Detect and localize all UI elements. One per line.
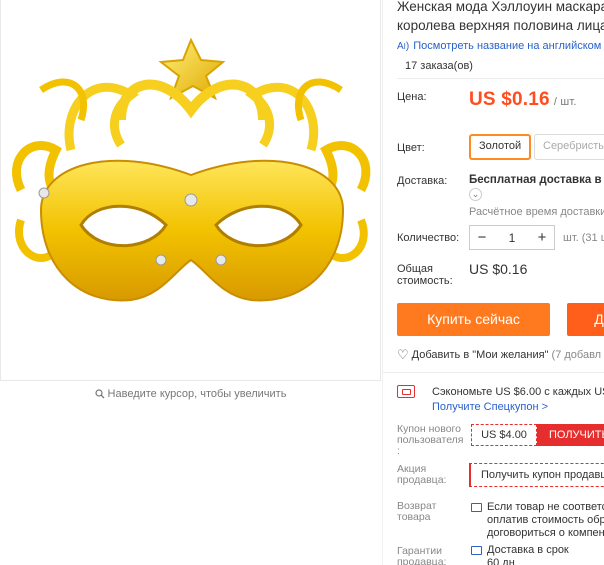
- seller-promo-label-line-2: продавца:: [397, 474, 447, 486]
- wishlist-label: Добавить в "Мои желания": [411, 349, 549, 361]
- returns-label: Возврат товара: [397, 501, 436, 523]
- color-option-gold[interactable]: Золотой: [469, 134, 532, 160]
- returns-text-line-3: договориться о компенс: [487, 527, 604, 539]
- guarantee-label: Гарантии продавца:: [397, 546, 446, 565]
- shipping-estimate: Расчётное время доставки:: [469, 206, 604, 218]
- heart-icon: ♡: [397, 347, 409, 362]
- total-label-line-2: стоимость:: [397, 275, 453, 287]
- buy-now-button[interactable]: Купить сейчас: [397, 303, 550, 336]
- delivery-guarantee-icon: [471, 546, 482, 555]
- coupon-value: US $4.00: [471, 424, 537, 446]
- product-title-line-2: королева верхняя половина лица: [397, 18, 604, 33]
- new-user-coupon-label: Купон нового пользователя :: [397, 424, 464, 457]
- get-seller-coupon-button[interactable]: Получить купон продавца: [469, 463, 604, 487]
- quantity-decrease-button[interactable]: −: [470, 226, 494, 249]
- translate-icon: AI): [397, 41, 410, 52]
- returns-text-line-1: Если товар не соответств: [487, 501, 604, 513]
- color-label: Цвет:: [397, 142, 425, 154]
- product-gallery: Наведите курсор, чтобы увеличить: [0, 0, 382, 565]
- orders-count: 17 заказа(ов): [405, 60, 473, 72]
- returns-text-line-2: оплатив стоимость обра: [487, 514, 604, 526]
- translate-title-text: Посмотреть название на английском: [413, 40, 602, 52]
- magnifier-icon: [94, 389, 105, 402]
- total-label-line-1: Общая: [397, 263, 433, 275]
- price-value: US $0.16/ шт.: [469, 89, 577, 111]
- translate-title-link[interactable]: AI) Посмотреть название на английском: [397, 40, 601, 52]
- quantity-available: шт. (31 ш: [563, 232, 604, 244]
- shipping-method[interactable]: Бесплатная доставка в Rus: [469, 174, 604, 186]
- new-user-coupon-label-line-3: :: [397, 445, 400, 457]
- get-coupon-button[interactable]: ПОЛУЧИТЬ: [537, 424, 604, 446]
- zoom-hint: Наведите курсор, чтобы увеличить: [0, 388, 381, 402]
- total-label: Общая стоимость:: [397, 263, 453, 287]
- guarantee-label-line-2: продавца:: [397, 556, 447, 565]
- return-policy-icon: [471, 503, 482, 512]
- savings-text: Сэкономьте US $6.00 с каждых US $: [432, 386, 604, 398]
- total-value: US $0.16: [469, 261, 528, 277]
- product-info-panel: Женская мода Хэллоуин маскарадн королева…: [382, 0, 604, 565]
- zoom-hint-text: Наведите курсор, чтобы увеличить: [107, 388, 287, 400]
- quantity-increase-button[interactable]: +: [530, 226, 554, 249]
- add-to-cart-button[interactable]: Доб: [567, 303, 604, 336]
- chevron-down-icon[interactable]: ⌄: [469, 188, 482, 201]
- guarantee-text-line-1: Доставка в срок: [487, 544, 569, 556]
- price-unit: / шт.: [553, 96, 577, 108]
- shipping-label: Доставка:: [397, 175, 448, 187]
- price-label: Цена:: [397, 91, 427, 103]
- wishlist-count: (7 добавл: [551, 349, 602, 361]
- quantity-input[interactable]: 1: [494, 231, 530, 245]
- divider: [383, 372, 604, 373]
- get-special-coupon-link[interactable]: Получите Спецкупон >: [432, 401, 548, 413]
- product-image[interactable]: [0, 0, 381, 381]
- new-user-coupon-label-line-2: пользователя: [397, 434, 464, 446]
- seller-promo-label: Акция продавца:: [397, 464, 446, 486]
- product-title: Женская мода Хэллоуин маскарадн королева…: [397, 0, 604, 35]
- returns-label-line-2: товара: [397, 511, 431, 523]
- new-user-coupon: US $4.00 ПОЛУЧИТЬ: [471, 424, 604, 446]
- guarantee-text: Доставка в срок 60 дн: [487, 544, 569, 565]
- quantity-label: Количество:: [397, 232, 460, 244]
- color-option-silver[interactable]: Серебристый: [534, 134, 604, 160]
- divider: [397, 78, 604, 79]
- coupon-icon: [397, 385, 415, 398]
- product-title-line-1: Женская мода Хэллоуин маскарадн: [397, 0, 604, 14]
- guarantee-text-line-2: 60 дн: [487, 557, 515, 565]
- golden-mask-image: [12, 37, 371, 302]
- quantity-stepper: − 1 +: [469, 225, 555, 250]
- price-amount: US $0.16: [469, 89, 550, 110]
- returns-text: Если товар не соответств оплатив стоимос…: [487, 501, 604, 540]
- add-to-wishlist-link[interactable]: ♡ Добавить в "Мои желания" (7 добавл: [397, 347, 601, 363]
